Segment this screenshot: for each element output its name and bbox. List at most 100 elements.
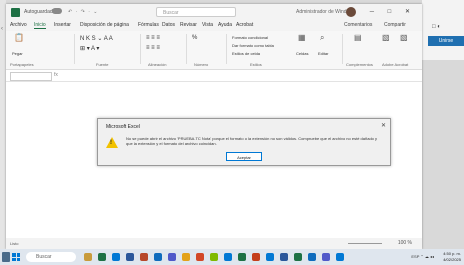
word-icon[interactable] bbox=[126, 253, 134, 261]
zoom-slider[interactable] bbox=[348, 243, 382, 244]
outlook-icon[interactable] bbox=[154, 253, 162, 261]
ribbon-tabs: Archivo Inicio Insertar Disposición de p… bbox=[6, 21, 422, 31]
excel-icon[interactable] bbox=[98, 253, 106, 261]
clock[interactable]: 4:50 p. m. 4/02/2025 bbox=[443, 251, 461, 263]
ok-button[interactable]: Aceptar bbox=[226, 152, 262, 161]
formula-bar: fx bbox=[6, 70, 422, 82]
join-button[interactable]: Unirse bbox=[428, 36, 464, 46]
share-button[interactable]: Compartir bbox=[384, 22, 406, 28]
align-controls[interactable]: ≡ ≡ ≡ bbox=[146, 35, 160, 41]
divider bbox=[74, 34, 75, 64]
quick-access-toolbar[interactable]: ↶ · ↷ · ⌄ bbox=[68, 9, 98, 15]
app-icon[interactable] bbox=[266, 253, 274, 261]
addins-label: Complementos bbox=[346, 62, 373, 67]
back-arrow-icon[interactable]: ‹ bbox=[1, 26, 3, 32]
search-icon[interactable]: ⌕ bbox=[320, 33, 324, 43]
tab-revisar[interactable]: Revisar bbox=[180, 22, 197, 28]
pdf-create-icon[interactable]: ▧ bbox=[382, 33, 390, 42]
status-text: Listo bbox=[10, 241, 19, 246]
app-icon[interactable] bbox=[238, 253, 246, 261]
number-label: Número bbox=[194, 62, 209, 67]
acrobat-group: ▧ ▧ Adobe Acrobat bbox=[378, 33, 418, 67]
app-icon[interactable] bbox=[336, 253, 344, 261]
addins-group: ▤ Complementos bbox=[346, 33, 376, 67]
cells-label: Celdas bbox=[296, 51, 309, 56]
number-format[interactable]: % bbox=[192, 35, 197, 41]
zoom-level[interactable]: 100 % bbox=[398, 240, 412, 246]
font-color-controls[interactable]: ⊞ ▾ A ▾ bbox=[80, 45, 99, 52]
app-icon[interactable] bbox=[308, 253, 316, 261]
editing-label: Editar bbox=[318, 51, 329, 56]
widgets-icon[interactable] bbox=[2, 252, 10, 262]
tab-disposicion[interactable]: Disposición de página bbox=[80, 22, 129, 28]
window-icons: □ ◐ bbox=[432, 24, 441, 30]
format-as-table-button[interactable]: Dar formato como tabla bbox=[232, 43, 274, 48]
title-search-input[interactable]: Buscar bbox=[156, 7, 236, 17]
fx-label[interactable]: fx bbox=[54, 72, 58, 78]
autosave-toggle[interactable] bbox=[52, 8, 62, 14]
avatar[interactable] bbox=[346, 7, 356, 17]
app-icon[interactable] bbox=[322, 253, 330, 261]
dialog-message: No se puede abrir el archivo 'PRUEBA.TC … bbox=[126, 136, 378, 146]
paste-icon[interactable]: 📋 bbox=[14, 33, 24, 42]
app-icon[interactable] bbox=[252, 253, 260, 261]
addins-icon[interactable]: ▤ bbox=[354, 33, 362, 42]
divider bbox=[186, 34, 187, 64]
status-bar: Listo 100 % bbox=[6, 238, 422, 249]
clock-date: 4/02/2025 bbox=[443, 257, 461, 262]
name-box[interactable] bbox=[10, 72, 52, 81]
taskbar: Buscar ESP ⌃ ☁ ◂◂ 4:50 p. m. 4/02/2025 bbox=[0, 249, 464, 265]
acrobat-icon[interactable] bbox=[196, 253, 204, 261]
conditional-format-button[interactable]: Formato condicional bbox=[232, 35, 268, 40]
tab-formulas[interactable]: Fórmulas bbox=[138, 22, 159, 28]
font-controls[interactable]: N K S ⌄ A A bbox=[80, 35, 113, 42]
window-controls[interactable]: ─ □ ✕ bbox=[370, 8, 416, 15]
pdf-share-icon[interactable]: ▧ bbox=[400, 33, 408, 42]
font-group: N K S ⌄ A A ⊞ ▾ A ▾ Fuente bbox=[78, 33, 138, 67]
acrobat-label: Adobe Acrobat bbox=[382, 62, 409, 67]
font-label: Fuente bbox=[96, 62, 109, 67]
cell-styles-button[interactable]: Estilos de celda bbox=[232, 51, 260, 56]
cells-group: ▦ Celdas bbox=[296, 33, 316, 65]
background-window-right: □ ◐ Unirse bbox=[422, 0, 464, 60]
divider bbox=[226, 34, 227, 64]
edge-icon[interactable] bbox=[112, 253, 120, 261]
desktop: ‹ □ ◐ Unirse Autoguardado ↶ · ↷ · ⌄ Busc… bbox=[0, 0, 464, 265]
indent-controls[interactable]: ≡ ≡ ≡ bbox=[146, 45, 160, 51]
tab-acrobat[interactable]: Acrobat bbox=[236, 22, 253, 28]
teams-icon[interactable] bbox=[168, 253, 176, 261]
chrome-icon[interactable] bbox=[182, 253, 190, 261]
app-icon[interactable] bbox=[294, 253, 302, 261]
warning-icon bbox=[106, 137, 118, 148]
clipboard-label: Portapapeles bbox=[10, 62, 34, 67]
cells-icon[interactable]: ▦ bbox=[298, 33, 306, 42]
title-bar: Autoguardado ↶ · ↷ · ⌄ Buscar Administra… bbox=[6, 4, 422, 21]
taskbar-search-input[interactable]: Buscar bbox=[26, 252, 76, 262]
divider bbox=[342, 34, 343, 64]
warning-mark: ! bbox=[110, 140, 112, 146]
tab-vista[interactable]: Vista bbox=[202, 22, 213, 28]
tab-archivo[interactable]: Archivo bbox=[10, 22, 27, 28]
styles-group: Formato condicional Dar formato como tab… bbox=[230, 33, 290, 67]
tab-insertar[interactable]: Insertar bbox=[54, 22, 71, 28]
number-group: % Número bbox=[190, 33, 224, 67]
settings-icon[interactable] bbox=[224, 253, 232, 261]
comments-button[interactable]: Comentarios bbox=[344, 22, 372, 28]
app-icon[interactable] bbox=[280, 253, 288, 261]
tab-datos[interactable]: Datos bbox=[162, 22, 175, 28]
powerpoint-icon[interactable] bbox=[140, 253, 148, 261]
start-icon[interactable] bbox=[12, 253, 20, 261]
tab-ayuda[interactable]: Ayuda bbox=[218, 22, 232, 28]
close-icon[interactable]: ✕ bbox=[381, 122, 386, 129]
alignment-label: Alineación bbox=[148, 62, 167, 67]
file-explorer-icon[interactable] bbox=[84, 253, 92, 261]
dialog-title: Microsoft Excel bbox=[106, 124, 140, 130]
error-dialog: Microsoft Excel ✕ ! No se puede abrir el… bbox=[97, 118, 391, 166]
system-tray[interactable]: ESP ⌃ ☁ ◂◂ bbox=[411, 254, 434, 259]
tab-inicio[interactable]: Inicio bbox=[34, 22, 46, 29]
store-icon[interactable] bbox=[210, 253, 218, 261]
alignment-group: ≡ ≡ ≡ ≡ ≡ ≡ Alineación bbox=[144, 33, 184, 67]
clipboard-group: 📋 Pegar Portapapeles bbox=[10, 33, 40, 67]
ribbon: 📋 Pegar Portapapeles N K S ⌄ A A ⊞ ▾ A ▾… bbox=[6, 31, 422, 70]
editing-group: ⌕ Editar bbox=[316, 33, 340, 65]
